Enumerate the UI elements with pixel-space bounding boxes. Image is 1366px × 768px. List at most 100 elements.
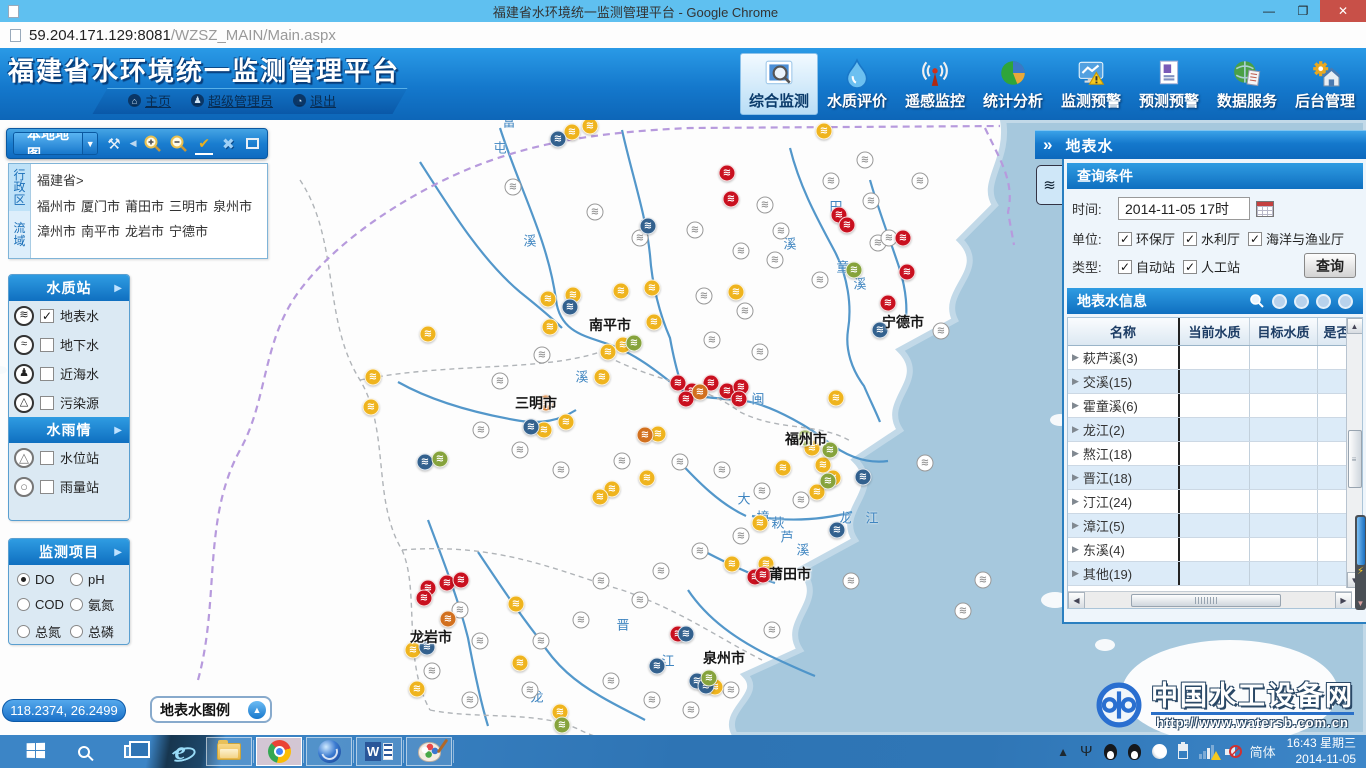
station-marker[interactable]: ≋ xyxy=(409,681,426,698)
station-marker[interactable]: ≋ xyxy=(692,543,709,560)
usb-icon[interactable]: Ψ xyxy=(1080,743,1093,760)
panel-header-监测项目[interactable]: 监测项目▶ xyxy=(9,539,129,565)
qq-icon-2[interactable] xyxy=(1128,744,1141,760)
station-marker[interactable]: ≋ xyxy=(812,272,829,289)
table-row[interactable]: ▶龙江(2) xyxy=(1068,418,1363,442)
unit-checkbox-环保厅[interactable]: ✓环保厅 xyxy=(1118,229,1175,248)
station-marker[interactable]: ≋ xyxy=(522,682,539,699)
expand-icon[interactable]: ▶ xyxy=(1072,400,1079,411)
table-row[interactable]: ▶霍童溪(6) xyxy=(1068,394,1363,418)
station-marker[interactable]: ≋ xyxy=(365,369,382,386)
view-toggle-icon-4[interactable] xyxy=(1338,294,1353,309)
module-remote-sensing[interactable]: 遥感监控 xyxy=(896,53,974,115)
layer-item-地表水[interactable]: ≋✓地表水 xyxy=(9,301,129,330)
station-marker[interactable]: ≋ xyxy=(723,191,740,208)
station-marker[interactable]: ≋ xyxy=(558,414,575,431)
layer-checkbox[interactable] xyxy=(40,367,54,381)
scroll-right-icon[interactable]: ▶ xyxy=(1335,592,1352,609)
expand-icon[interactable]: ▶ xyxy=(1072,448,1079,459)
address-bar[interactable]: 59.204.171.129:8081/WZSZ_MAIN/Main.aspx xyxy=(0,22,1366,48)
layer-checkbox[interactable] xyxy=(40,396,54,410)
search-icon[interactable] xyxy=(1249,293,1265,309)
panel-header-水雨情[interactable]: 水雨情▶ xyxy=(9,417,129,443)
city-link[interactable]: 三明市 xyxy=(169,196,208,215)
search-button[interactable]: 查询 xyxy=(1304,253,1356,278)
city-link[interactable]: 龙岩市 xyxy=(125,221,164,240)
checkbox-icon[interactable]: ✓ xyxy=(1118,232,1132,246)
station-marker[interactable]: ≋ xyxy=(672,454,689,471)
table-row[interactable]: ▶漳江(5) xyxy=(1068,514,1363,538)
map-tools-icon[interactable]: ⚒ xyxy=(105,133,122,155)
collapse-arrow-icon[interactable]: ▶ xyxy=(114,425,123,436)
checkbox-icon[interactable]: ✓ xyxy=(1183,232,1197,246)
scrollbar-thumb[interactable] xyxy=(1131,594,1281,607)
station-marker[interactable]: ≋ xyxy=(828,390,845,407)
view-toggle-icon-1[interactable] xyxy=(1272,294,1287,309)
module-data-service[interactable]: 数据服务 xyxy=(1208,53,1286,115)
checkbox-icon[interactable]: ✓ xyxy=(1248,232,1262,246)
layer-item-地下水[interactable]: ≈地下水 xyxy=(9,330,129,359)
station-marker[interactable]: ≋ xyxy=(639,470,656,487)
station-marker[interactable]: ≋ xyxy=(775,460,792,477)
station-marker[interactable]: ≋ xyxy=(899,264,916,281)
taskbar-clock[interactable]: 16:43 星期三 2014-11-05 xyxy=(1287,736,1356,767)
checkbox-icon[interactable]: ✓ xyxy=(1118,260,1132,274)
station-marker[interactable]: ≋ xyxy=(687,222,704,239)
table-row[interactable]: ▶熬江(18) xyxy=(1068,442,1363,466)
minimize-button[interactable]: — xyxy=(1252,0,1286,22)
module-water-quality[interactable]: 水质评价 xyxy=(818,53,896,115)
taskbar-browser-sphere[interactable] xyxy=(306,737,352,766)
station-marker[interactable]: ≋ xyxy=(416,590,433,607)
module-statistics[interactable]: 统计分析 xyxy=(974,53,1052,115)
radio-icon[interactable] xyxy=(70,573,83,586)
city-link[interactable]: 莆田市 xyxy=(125,196,164,215)
close-button[interactable]: ✕ xyxy=(1320,0,1366,22)
station-marker[interactable]: ≋ xyxy=(754,483,771,500)
station-marker[interactable]: ≋ xyxy=(505,179,522,196)
expand-icon[interactable]: ▶ xyxy=(1072,496,1079,507)
base-layer-select[interactable]: 本地地图 ▼ xyxy=(13,132,98,155)
radio-icon[interactable] xyxy=(70,625,83,638)
station-marker[interactable]: ≋ xyxy=(752,344,769,361)
radio-icon[interactable] xyxy=(17,573,30,586)
layer-checkbox[interactable] xyxy=(40,338,54,352)
station-marker[interactable]: ≋ xyxy=(640,218,657,235)
station-marker[interactable]: ≋ xyxy=(603,673,620,690)
collapse-panel-icon[interactable]: » xyxy=(1043,135,1053,155)
station-marker[interactable]: ≋ xyxy=(733,528,750,545)
station-marker[interactable]: ≋ xyxy=(678,626,695,643)
scrollbar-thumb[interactable]: ≡ xyxy=(1348,430,1362,488)
zoom-in-icon[interactable] xyxy=(143,133,162,155)
taskbar-chrome[interactable] xyxy=(256,737,302,766)
station-marker[interactable]: ≋ xyxy=(512,655,529,672)
region-tab-流域[interactable]: 流域 xyxy=(9,211,30,258)
station-marker[interactable]: ≋ xyxy=(492,373,509,390)
zoom-out-icon[interactable] xyxy=(169,133,188,155)
station-marker[interactable]: ≋ xyxy=(846,262,863,279)
scroll-left-icon[interactable]: ◀ xyxy=(1068,592,1085,609)
station-marker[interactable]: ≋ xyxy=(764,622,781,639)
expand-icon[interactable]: ▶ xyxy=(1072,472,1079,483)
station-marker[interactable]: ≋ xyxy=(632,592,649,609)
station-marker[interactable]: ≋ xyxy=(637,427,654,444)
station-marker[interactable]: ≋ xyxy=(592,489,609,506)
station-marker[interactable]: ≋ xyxy=(683,702,700,719)
city-link[interactable]: 福州市 xyxy=(37,196,76,215)
qq-icon[interactable] xyxy=(1104,744,1117,760)
station-marker[interactable]: ≋ xyxy=(737,303,754,320)
taskbar-paint[interactable] xyxy=(406,737,452,766)
monitor-option-pH[interactable]: pH xyxy=(70,572,121,587)
taskbar-word[interactable]: W xyxy=(356,737,402,766)
calendar-icon[interactable] xyxy=(1256,201,1274,217)
panel-header-水质站[interactable]: 水质站▶ xyxy=(9,275,129,301)
tray-expand-icon[interactable]: ▲ xyxy=(1057,745,1069,759)
station-marker[interactable]: ≋ xyxy=(508,596,525,613)
checkbox-icon[interactable]: ✓ xyxy=(1183,260,1197,274)
moon-tray-icon[interactable] xyxy=(1152,744,1167,759)
station-marker[interactable]: ≋ xyxy=(714,462,731,479)
clear-icon[interactable]: ✖ xyxy=(220,133,237,155)
city-link[interactable]: 南平市 xyxy=(81,221,120,240)
radio-icon[interactable] xyxy=(17,598,30,611)
station-marker[interactable]: ≋ xyxy=(554,717,571,734)
collapse-arrow-icon[interactable]: ▶ xyxy=(114,547,123,558)
